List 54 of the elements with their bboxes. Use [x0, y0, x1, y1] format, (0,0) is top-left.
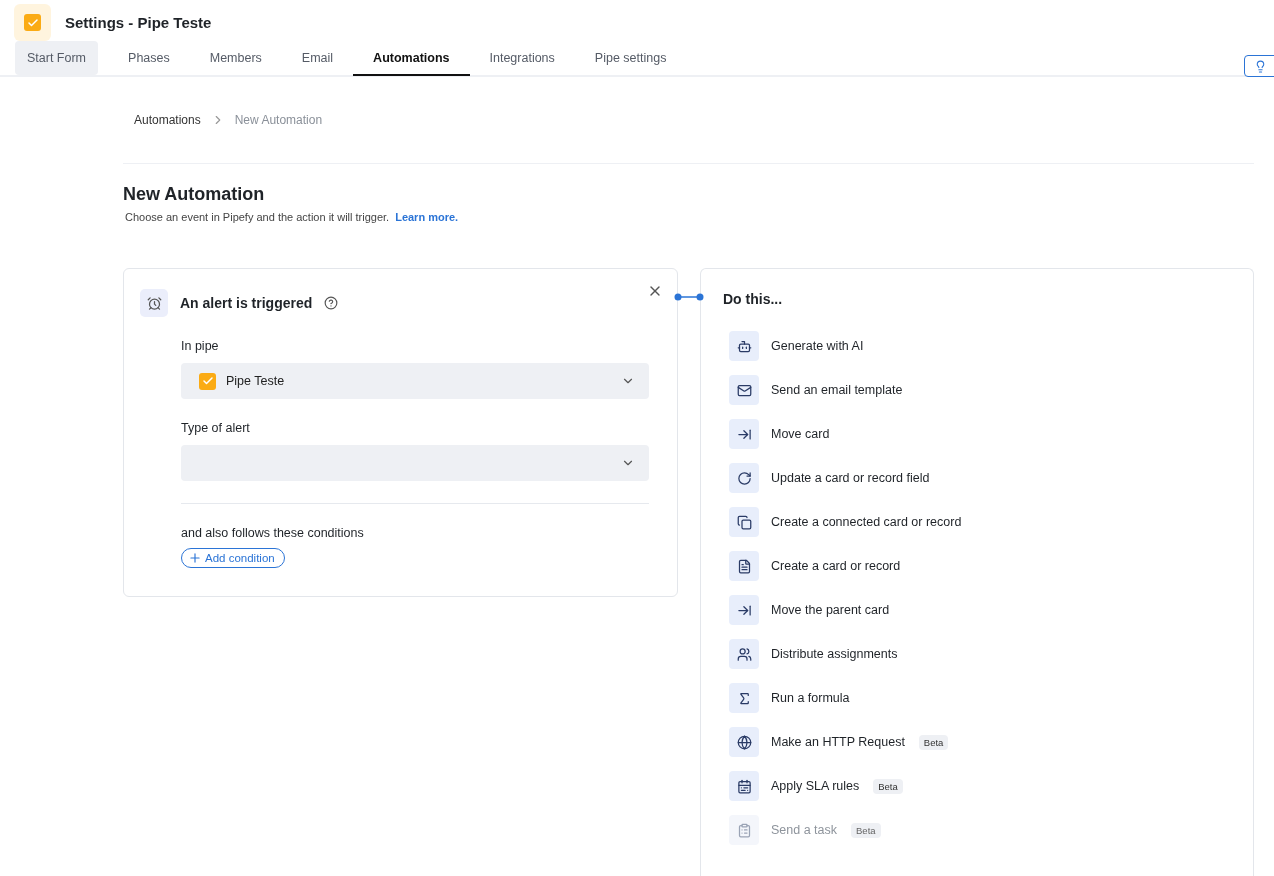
action-item[interactable]: Make an HTTP Request	[771, 735, 905, 749]
field-label: Type of alert	[181, 421, 251, 435]
tab[interactable]: Phases	[108, 41, 190, 75]
alarm-clock-icon	[140, 289, 168, 317]
description-text: Choose an event in Pipefy and the action it will trigger. Learn more.	[125, 211, 460, 223]
trigger-title: An alert is triggered	[180, 295, 313, 311]
plus-icon	[188, 551, 202, 565]
beta-badge: Beta	[851, 822, 881, 838]
add-condition-button[interactable]: Add condition	[181, 548, 285, 568]
action-icon	[729, 551, 759, 581]
lightbulb-icon	[1254, 59, 1267, 73]
action-item[interactable]: Move the parent card	[771, 603, 890, 617]
action-icon	[729, 507, 759, 537]
select-field[interactable]	[181, 445, 649, 481]
action-icon	[729, 375, 759, 405]
tab[interactable]: Members	[189, 41, 282, 75]
action-icon	[729, 331, 759, 361]
action-item[interactable]: Generate with AI	[771, 339, 864, 353]
connector-line	[674, 293, 704, 301]
action-icon	[729, 419, 759, 449]
action-item[interactable]: Apply SLA rules	[771, 779, 860, 793]
action-icon	[729, 727, 759, 757]
action-icon	[729, 771, 759, 801]
action-item[interactable]: Move card	[771, 427, 830, 441]
help-icon[interactable]	[324, 296, 339, 310]
tab[interactable]: Email	[281, 41, 354, 75]
beta-badge: Beta	[873, 778, 903, 794]
action-icon	[729, 815, 759, 845]
select-field[interactable]: Pipe Teste	[181, 363, 649, 399]
action-item[interactable]: Distribute assignments	[771, 647, 898, 661]
action-item[interactable]: Create a card or record	[771, 559, 901, 573]
action-item[interactable]: Update a card or record field	[771, 471, 930, 485]
tab[interactable]: Pipe settings	[574, 41, 687, 75]
action-item[interactable]: Run a formula	[771, 691, 850, 705]
pipe-logo	[14, 4, 51, 41]
tips-button[interactable]	[1244, 55, 1274, 77]
actions-title: Do this...	[723, 291, 784, 307]
conditions-label: and also follows these conditions	[181, 526, 365, 540]
field-label: In pipe	[181, 339, 220, 353]
page-title: Settings - Pipe Teste	[65, 14, 212, 31]
action-icon	[729, 595, 759, 625]
tab[interactable]: Start Form	[15, 41, 99, 75]
action-icon	[729, 683, 759, 713]
learn-more-link[interactable]: Learn more.	[395, 211, 459, 223]
section-title: New Automation	[123, 184, 266, 205]
breadcrumb-link[interactable]: Automations	[134, 113, 201, 127]
action-icon	[729, 639, 759, 669]
tab[interactable]: Integrations	[469, 41, 575, 75]
action-item[interactable]: Send an email template	[771, 383, 903, 397]
beta-badge: Beta	[918, 734, 949, 750]
tab[interactable]: Automations	[353, 42, 470, 76]
action-icon	[729, 463, 759, 493]
pipe-checkbox-icon	[199, 372, 216, 390]
action-item[interactable]: Create a connected card or record	[771, 515, 962, 529]
